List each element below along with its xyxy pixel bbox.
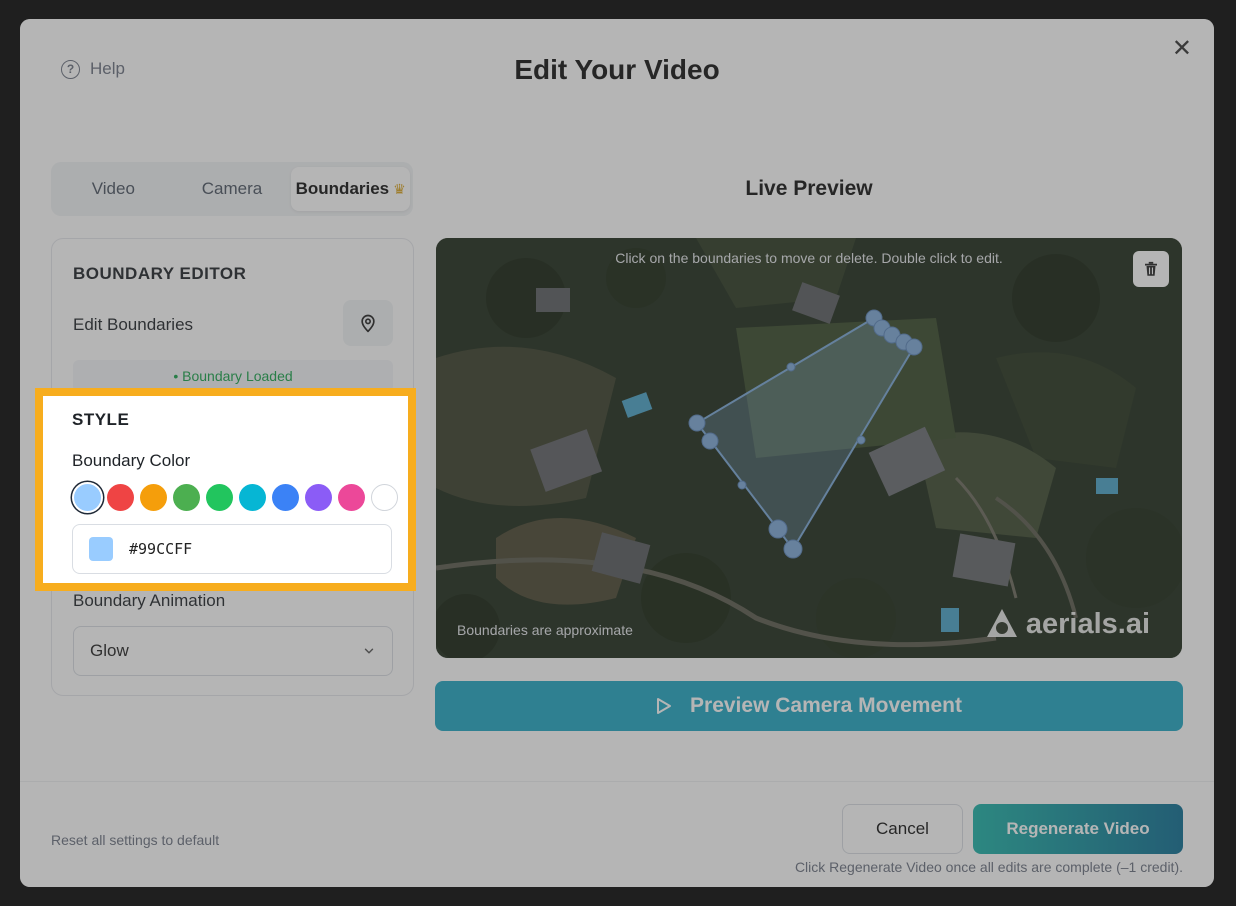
regenerate-video-button[interactable]: Regenerate Video: [973, 804, 1183, 854]
boundary-animation-label: Boundary Animation: [73, 591, 226, 610]
play-icon: [657, 698, 672, 714]
preview-camera-movement-button[interactable]: Preview Camera Movement: [435, 681, 1183, 731]
crown-icon: ♛: [393, 180, 406, 197]
trash-icon: [1145, 261, 1157, 276]
color-swatch-3[interactable]: [140, 484, 167, 511]
live-preview-title: Live Preview: [745, 177, 873, 200]
edit-boundaries-label: Edit Boundaries: [73, 315, 194, 334]
credit-note: Click Regenerate Video once all edits ar…: [794, 859, 1183, 875]
edit-boundaries-button[interactable]: [343, 300, 393, 346]
style-heading: STYLE: [72, 410, 130, 429]
color-swatch-2[interactable]: [107, 484, 134, 511]
color-swatch-10[interactable]: [371, 484, 398, 511]
preview-button-label: Preview Camera Movement: [690, 694, 962, 717]
aerials-logo-icon: [986, 609, 1017, 637]
color-swatch-6[interactable]: [239, 484, 266, 511]
map-pin-icon: [361, 314, 375, 333]
aerial-map-image: [436, 238, 1182, 658]
close-icon[interactable]: ✕: [1172, 37, 1192, 61]
map-hint: Click on the boundaries to move or delet…: [615, 250, 1003, 266]
delete-boundary-button[interactable]: [1133, 251, 1169, 287]
live-preview-map[interactable]: Click on the boundaries to move or delet…: [436, 238, 1182, 658]
color-swatch-7[interactable]: [272, 484, 299, 511]
settings-tabs: Video Camera Boundaries ♛: [51, 162, 413, 216]
boundary-color-label: Boundary Color: [72, 451, 191, 470]
modal-title: Edit Your Video: [514, 54, 720, 85]
color-swatches: [74, 484, 398, 511]
boundary-animation-value: Glow: [90, 641, 129, 660]
color-swatch-5[interactable]: [206, 484, 233, 511]
chevron-down-icon: [364, 648, 374, 654]
tab-camera[interactable]: Camera: [173, 167, 292, 211]
boundary-editor-heading: BOUNDARY EDITOR: [73, 264, 247, 283]
tab-video[interactable]: Video: [54, 167, 173, 211]
color-swatch-9[interactable]: [338, 484, 365, 511]
color-preview-chip: [89, 537, 113, 561]
hex-color-input[interactable]: #99CCFF: [72, 524, 392, 574]
color-swatch-8[interactable]: [305, 484, 332, 511]
aerials-watermark: aerials.ai: [984, 606, 1150, 642]
style-section-highlight: STYLE Boundary Color #99CCFF: [35, 388, 416, 591]
boundary-animation-select[interactable]: Glow: [73, 626, 393, 676]
watermark-text: aerials.ai: [1025, 607, 1150, 640]
approximate-note: Boundaries are approximate: [457, 622, 633, 638]
reset-settings-link[interactable]: Reset all settings to default: [51, 832, 219, 848]
hex-value: #99CCFF: [129, 540, 193, 558]
cancel-button[interactable]: Cancel: [842, 804, 963, 854]
tab-boundaries[interactable]: Boundaries ♛: [291, 167, 411, 211]
color-swatch-1[interactable]: [74, 484, 101, 511]
color-swatch-4[interactable]: [173, 484, 200, 511]
